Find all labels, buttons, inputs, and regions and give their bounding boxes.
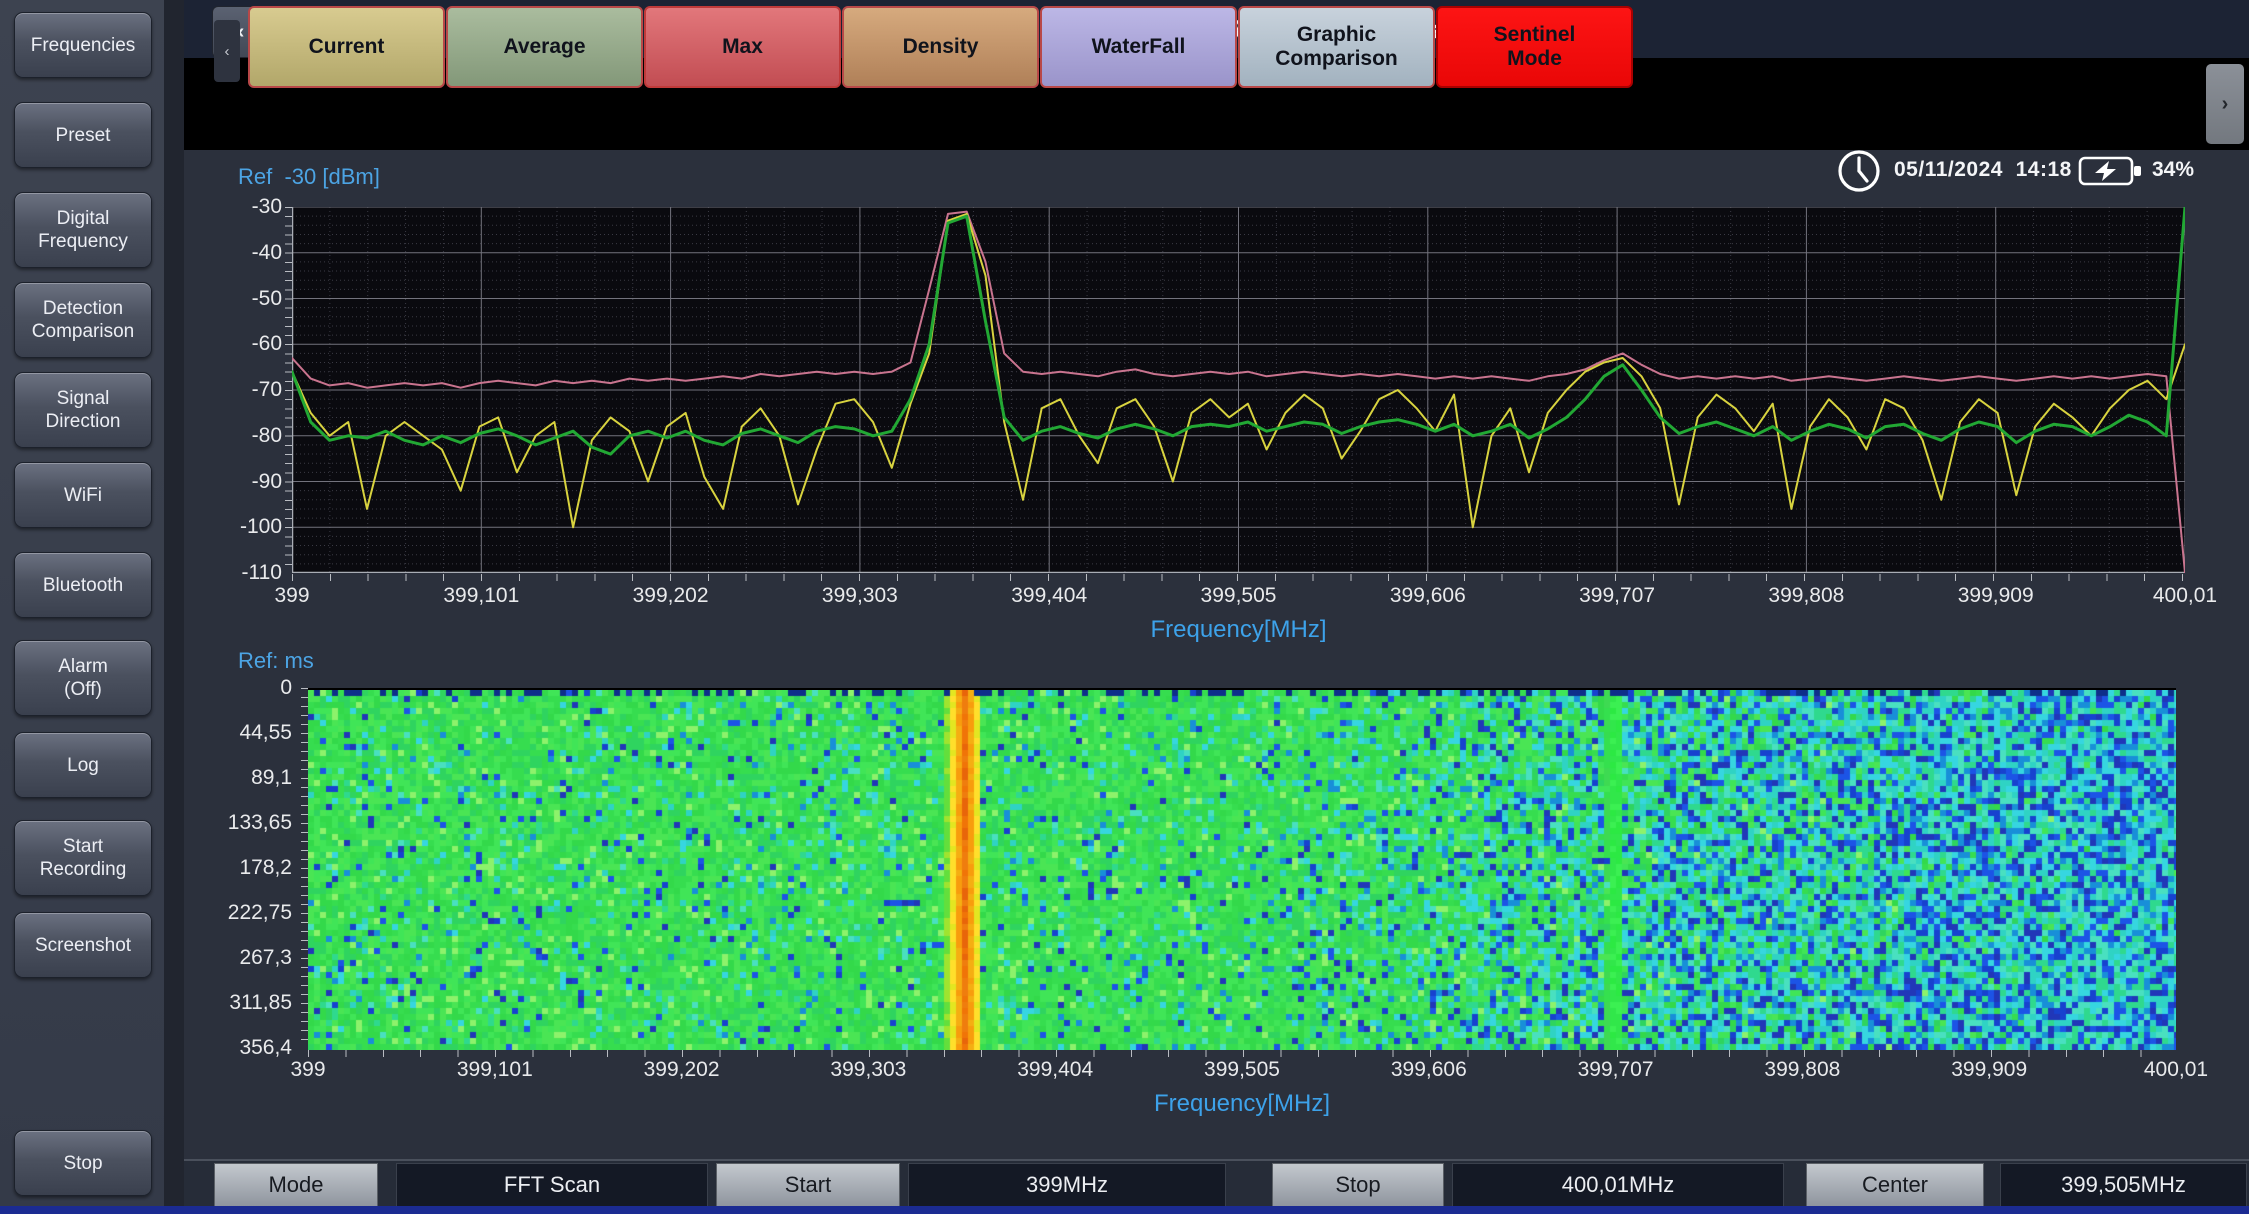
- mode-button[interactable]: Mode: [214, 1163, 378, 1207]
- spectrum-x-tick-label: 399,101: [443, 584, 519, 608]
- spectrum-y-tick-label: -100: [240, 515, 282, 539]
- spectrum-y-tick-label: -90: [252, 470, 282, 494]
- stop-freq-value[interactable]: 400,01MHz: [1452, 1163, 1784, 1207]
- start-freq-value[interactable]: 399MHz: [908, 1163, 1226, 1207]
- spectrum-x-tickmarks: [292, 574, 2185, 581]
- tab-current[interactable]: Current: [248, 6, 445, 88]
- center-freq-value[interactable]: 399,505MHz: [2000, 1163, 2247, 1207]
- spectrum-y-tick-label: -70: [252, 378, 282, 402]
- waterfall-x-axis-title: Frequency[MHz]: [308, 1090, 2176, 1118]
- spectrum-ref-label: Ref -30 [dBm]: [238, 164, 380, 190]
- spectrum-x-axis: 399399,101399,202399,303399,404399,50539…: [292, 584, 2185, 614]
- spectrum-y-tick-label: -110: [242, 561, 282, 585]
- waterfall-y-tick-label: 222,75: [228, 901, 292, 925]
- waterfall-x-tick-label: 399,505: [1204, 1058, 1280, 1082]
- spectrum-y-axis: -30-40-50-60-70-80-90-100-110: [184, 207, 288, 573]
- battery-icon: [2078, 154, 2144, 188]
- datetime-label: 05/11/2024 14:18: [1894, 158, 2072, 182]
- waterfall-x-tick-label: 400,01: [2144, 1058, 2208, 1082]
- sidebar-item-frequencies[interactable]: Frequencies: [14, 12, 152, 78]
- sidebar-item-stop[interactable]: Stop: [14, 1130, 152, 1196]
- sidebar-item-bluetooth[interactable]: Bluetooth: [14, 552, 152, 618]
- sidebar-item-screenshot[interactable]: Screenshot: [14, 912, 152, 978]
- waterfall-y-tick-label: 178,2: [239, 856, 292, 880]
- waterfall-y-tick-label: 89,1: [251, 766, 292, 790]
- waterfall-y-tick-label: 44,55: [239, 721, 292, 745]
- waterfall-plot[interactable]: [308, 688, 2176, 1050]
- waterfall-y-tick-label: 133,65: [228, 811, 292, 835]
- tab-waterfall[interactable]: WaterFall: [1040, 6, 1237, 88]
- sidebar-item-digital-frequency[interactable]: Digital Frequency: [14, 192, 152, 268]
- sidebar-item-signal-direction[interactable]: Signal Direction: [14, 372, 152, 448]
- stop-freq-button[interactable]: Stop: [1272, 1163, 1444, 1207]
- waterfall-ref-label: Ref: ms: [238, 648, 314, 674]
- spectrum-y-tick-label: -60: [252, 332, 282, 356]
- waterfall-y-axis: 044,5589,1133,65178,2222,75267,3311,8535…: [184, 688, 298, 1048]
- waterfall-y-tickmarks: [301, 688, 308, 1048]
- spectrum-x-axis-title: Frequency[MHz]: [292, 616, 2185, 644]
- spectrum-x-tick-label: 400,01: [2153, 584, 2217, 608]
- clock-icon: [1836, 148, 1882, 194]
- spectrum-x-tick-label: 399,404: [1011, 584, 1087, 608]
- spectrum-y-tick-label: -50: [252, 287, 282, 311]
- sidebar-item-log[interactable]: Log: [14, 732, 152, 798]
- spectrum-y-tickmarks: [285, 207, 292, 573]
- waterfall-x-tick-label: 399: [290, 1058, 325, 1082]
- waterfall-y-tick-label: 0: [280, 676, 292, 700]
- spectrum-y-tick-label: -30: [252, 195, 282, 219]
- waterfall-x-tick-label: 399,202: [644, 1058, 720, 1082]
- waterfall-x-tick-label: 399,404: [1017, 1058, 1093, 1082]
- tab-average[interactable]: Average: [446, 6, 643, 88]
- sidebar-item-wifi[interactable]: WiFi: [14, 462, 152, 528]
- spectrum-y-tick-label: -40: [252, 241, 282, 265]
- tab-sentinel-mode[interactable]: Sentinel Mode: [1436, 6, 1633, 88]
- spectrum-analyzer-app: Frequencies Preset Digital Frequency Det…: [0, 0, 2249, 1214]
- waterfall-x-tick-label: 399,101: [457, 1058, 533, 1082]
- spectrum-y-tick-label: -80: [252, 424, 282, 448]
- waterfall-y-tick-label: 311,85: [229, 991, 292, 1015]
- spectrum-x-tick-label: 399,202: [633, 584, 709, 608]
- sidebar-item-start-recording[interactable]: Start Recording: [14, 820, 152, 896]
- battery-percent-label: 34%: [2152, 158, 2194, 182]
- tab-graphic-comparison[interactable]: Graphic Comparison: [1238, 6, 1435, 88]
- tab-density[interactable]: Density: [842, 6, 1039, 88]
- waterfall-x-tick-label: 399,707: [1578, 1058, 1654, 1082]
- spectrum-x-tick-label: 399,606: [1390, 584, 1466, 608]
- tabs-scroll-right-icon[interactable]: ›: [2206, 64, 2244, 144]
- center-freq-button[interactable]: Center: [1806, 1163, 1984, 1207]
- tabs-scroll-left-icon[interactable]: ‹: [214, 20, 240, 82]
- start-freq-button[interactable]: Start: [716, 1163, 900, 1207]
- sidebar-divider: [164, 0, 184, 1214]
- waterfall-x-axis: 399399,101399,202399,303399,404399,50539…: [308, 1058, 2176, 1088]
- waterfall-x-tick-label: 399,303: [830, 1058, 906, 1082]
- spectrum-x-tick-label: 399,505: [1201, 584, 1277, 608]
- spectrum-x-tick-label: 399,808: [1768, 584, 1844, 608]
- waterfall-x-tick-label: 399,808: [1764, 1058, 1840, 1082]
- spectrum-x-tick-label: 399,707: [1579, 584, 1655, 608]
- spectrum-x-tick-label: 399,909: [1958, 584, 2034, 608]
- tab-max[interactable]: Max: [644, 6, 841, 88]
- spectrum-x-tick-label: 399,303: [822, 584, 898, 608]
- spectrum-x-tick-label: 399: [274, 584, 309, 608]
- sidebar-item-alarm[interactable]: Alarm (Off): [14, 640, 152, 716]
- waterfall-y-tick-label: 356,4: [239, 1036, 292, 1060]
- sidebar-item-preset[interactable]: Preset: [14, 102, 152, 168]
- waterfall-x-tick-label: 399,909: [1951, 1058, 2027, 1082]
- window-bottom-edge: [0, 1206, 2249, 1214]
- waterfall-x-tick-label: 399,606: [1391, 1058, 1467, 1082]
- mode-value[interactable]: FFT Scan: [396, 1163, 708, 1207]
- sidebar-item-detection-comparison[interactable]: Detection Comparison: [14, 282, 152, 358]
- waterfall-x-tickmarks: [308, 1050, 2176, 1057]
- spectrum-plot[interactable]: [292, 207, 2185, 573]
- waterfall-y-tick-label: 267,3: [239, 946, 292, 970]
